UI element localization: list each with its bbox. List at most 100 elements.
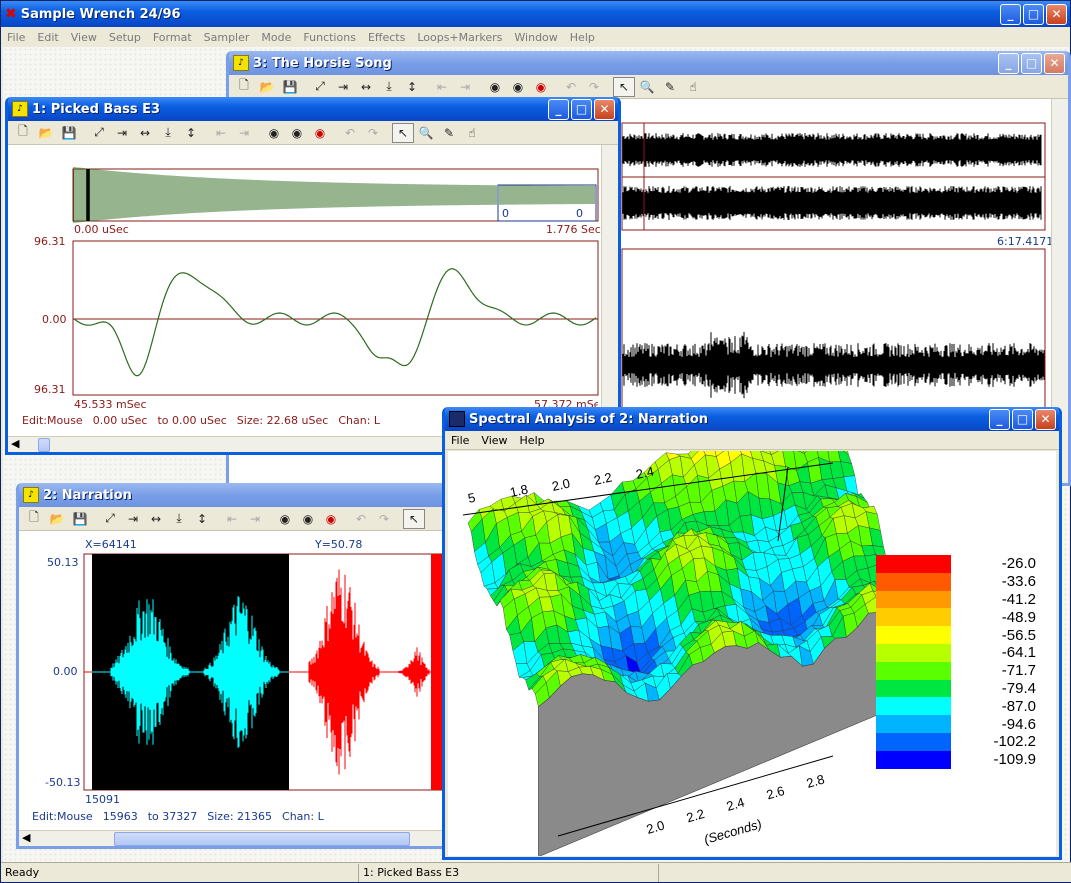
play-b-icon[interactable]: ◉ [484, 77, 506, 97]
redo-icon[interactable]: ↷ [373, 509, 395, 529]
horsie-titlebar[interactable]: ♪ 3: The Horsie Song _ □ ✕ [229, 51, 1068, 75]
bass-maximize-button[interactable]: □ [571, 98, 592, 120]
pointer-tool-icon[interactable]: ↖ [613, 76, 635, 97]
spectral-maximize-button[interactable]: □ [1012, 408, 1033, 430]
spectral-close-button[interactable]: ✕ [1035, 408, 1056, 430]
save-icon[interactable]: 💾 [69, 509, 91, 529]
play-a-icon[interactable]: ◉ [297, 509, 319, 529]
redo-icon[interactable]: ↷ [362, 123, 384, 143]
horsie-maximize-button[interactable]: □ [1021, 52, 1042, 74]
window-picked-bass[interactable]: ♪ 1: Picked Bass E3 _ □ ✕ 🗋 📂 💾 ⤢ ⇥ ↔ ⤓ … [5, 97, 621, 455]
menu-loops-markers[interactable]: Loops+Markers [417, 31, 502, 44]
pencil-tool-icon[interactable]: ✎ [659, 77, 681, 97]
horsie-minimize-button[interactable]: _ [998, 52, 1019, 74]
loop-left-icon[interactable]: ⇤ [221, 509, 243, 529]
zoom-out-vertical-icon[interactable]: ↕ [191, 509, 213, 529]
spectral-menu-file[interactable]: File [451, 434, 469, 447]
menu-functions[interactable]: Functions [303, 31, 356, 44]
undo-icon[interactable]: ↶ [350, 509, 372, 529]
play-b-icon[interactable]: ◉ [263, 123, 285, 143]
new-file-icon[interactable]: 🗋 [23, 509, 45, 529]
horsie-close-button[interactable]: ✕ [1044, 52, 1065, 74]
zoom-full-icon[interactable]: ⤢ [88, 123, 110, 143]
window-narration[interactable]: ♪ 2: Narration 🗋 📂 💾 ⤢ ⇥ ↔ ⤓ ↕ ⇤ ⇥ ◉ ◉ ◉… [16, 483, 456, 849]
zoom-out-vertical-icon[interactable]: ↕ [401, 77, 423, 97]
horsie-overview-right-channel [622, 186, 1042, 220]
app-titlebar[interactable]: ✖ Sample Wrench 24/96 _ □ ✕ [1, 1, 1070, 27]
zoom-out-horizontal-icon[interactable]: ↔ [134, 123, 156, 143]
menu-effects[interactable]: Effects [368, 31, 405, 44]
zoom-in-vertical-icon[interactable]: ⤓ [168, 509, 190, 529]
close-button[interactable]: ✕ [1046, 3, 1067, 25]
zoom-out-horizontal-icon[interactable]: ↔ [145, 509, 167, 529]
menu-format[interactable]: Format [153, 31, 192, 44]
open-folder-icon[interactable]: 📂 [46, 509, 68, 529]
new-file-icon[interactable]: 🗋 [233, 77, 255, 97]
save-icon[interactable]: 💾 [58, 123, 80, 143]
play-a-icon[interactable]: ◉ [286, 123, 308, 143]
menu-mode[interactable]: Mode [261, 31, 291, 44]
open-folder-icon[interactable]: 📂 [256, 77, 278, 97]
redo-icon[interactable]: ↷ [583, 77, 605, 97]
spectral-titlebar[interactable]: Spectral Analysis of 2: Narration _ □ ✕ [445, 407, 1059, 431]
bass-close-button[interactable]: ✕ [594, 98, 615, 120]
zoom-in-horizontal-icon[interactable]: ⇥ [122, 509, 144, 529]
menu-view[interactable]: View [71, 31, 97, 44]
bass-titlebar[interactable]: ♪ 1: Picked Bass E3 _ □ ✕ [8, 97, 618, 121]
play-a-icon[interactable]: ◉ [507, 77, 529, 97]
zoom-tool-icon[interactable]: 🔍 [415, 123, 437, 143]
new-file-icon[interactable]: 🗋 [12, 123, 34, 143]
pointer-tool-icon[interactable]: ↖ [392, 122, 414, 143]
narration-hscroll[interactable]: ◀ [19, 830, 453, 846]
menu-edit[interactable]: Edit [37, 31, 58, 44]
pointer-tool-icon[interactable]: ↖ [403, 508, 425, 529]
hand-tool-icon[interactable]: ☝ [461, 123, 483, 143]
menu-file[interactable]: File [7, 31, 25, 44]
bass-minimize-button[interactable]: _ [548, 98, 569, 120]
spectral-minimize-button[interactable]: _ [989, 408, 1010, 430]
menu-sampler[interactable]: Sampler [204, 31, 250, 44]
spectral-menu-view[interactable]: View [481, 434, 507, 447]
zoom-full-icon[interactable]: ⤢ [99, 509, 121, 529]
narration-wave-area[interactable]: X=64141 Y=50.78 50.13 0.00 -50.13 15091 … [19, 531, 453, 830]
zoom-out-horizontal-icon[interactable]: ↔ [355, 77, 377, 97]
menu-setup[interactable]: Setup [109, 31, 141, 44]
zoom-in-horizontal-icon[interactable]: ⇥ [332, 77, 354, 97]
narration-scroll-thumb[interactable] [114, 832, 410, 846]
narration-titlebar[interactable]: ♪ 2: Narration [19, 483, 453, 507]
legend-swatch [876, 697, 951, 716]
undo-icon[interactable]: ↶ [560, 77, 582, 97]
record-icon[interactable]: ◉ [320, 509, 342, 529]
loop-right-icon[interactable]: ⇥ [233, 123, 255, 143]
window-spectral-analysis[interactable]: Spectral Analysis of 2: Narration _ □ ✕ … [442, 407, 1062, 860]
minimize-button[interactable]: _ [1000, 3, 1021, 25]
zoom-in-horizontal-icon[interactable]: ⇥ [111, 123, 133, 143]
bass-vscroll[interactable] [601, 145, 618, 436]
zoom-out-vertical-icon[interactable]: ↕ [180, 123, 202, 143]
loop-right-icon[interactable]: ⇥ [454, 77, 476, 97]
scroll-left-icon[interactable]: ◀ [22, 831, 30, 844]
undo-icon[interactable]: ↶ [339, 123, 361, 143]
zoom-full-icon[interactable]: ⤢ [309, 77, 331, 97]
zoom-in-vertical-icon[interactable]: ⤓ [157, 123, 179, 143]
record-icon[interactable]: ◉ [309, 123, 331, 143]
scroll-left-icon[interactable]: ◀ [11, 437, 19, 450]
open-folder-icon[interactable]: 📂 [35, 123, 57, 143]
save-icon[interactable]: 💾 [279, 77, 301, 97]
record-icon[interactable]: ◉ [530, 77, 552, 97]
menu-help[interactable]: Help [570, 31, 595, 44]
loop-right-icon[interactable]: ⇥ [244, 509, 266, 529]
loop-left-icon[interactable]: ⇤ [431, 77, 453, 97]
spectral-menu-help[interactable]: Help [520, 434, 545, 447]
narration-toolbar: 🗋 📂 💾 ⤢ ⇥ ↔ ⤓ ↕ ⇤ ⇥ ◉ ◉ ◉ ↶ ↷ ↖ [19, 507, 453, 531]
zoom-tool-icon[interactable]: 🔍 [636, 77, 658, 97]
zoom-in-vertical-icon[interactable]: ⤓ [378, 77, 400, 97]
play-b-icon[interactable]: ◉ [274, 509, 296, 529]
bass-scroll-thumb[interactable] [38, 438, 50, 452]
loop-left-icon[interactable]: ⇤ [210, 123, 232, 143]
pencil-tool-icon[interactable]: ✎ [438, 123, 460, 143]
maximize-button[interactable]: □ [1023, 3, 1044, 25]
menu-window[interactable]: Window [514, 31, 557, 44]
hand-tool-icon[interactable]: ☝ [682, 77, 704, 97]
bass-wave-area[interactable]: 0 0 0.00 uSec 1.776 Sec 96.31 0.00 96.31… [8, 145, 604, 436]
